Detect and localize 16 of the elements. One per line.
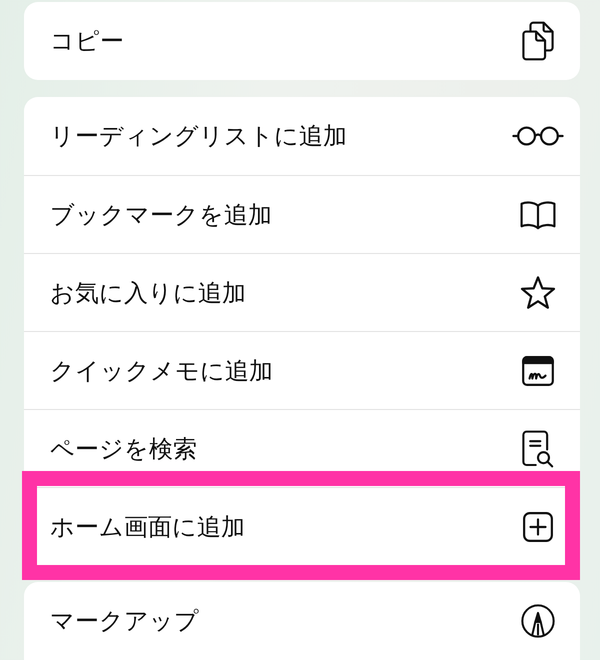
- book-icon: [520, 200, 556, 230]
- menu-item[interactable]: マークアップ: [24, 582, 580, 660]
- plus-square-icon: [523, 512, 553, 542]
- document-search-icon: [522, 430, 554, 468]
- menu-item[interactable]: ホーム画面に追加: [24, 488, 580, 565]
- menu-item[interactable]: ブックマークを追加: [24, 176, 580, 253]
- note-icon: [522, 356, 554, 386]
- glasses-icon: [512, 126, 564, 146]
- menu-item[interactable]: リーディングリストに追加: [24, 97, 580, 175]
- menu-item[interactable]: お気に入りに追加: [24, 254, 580, 331]
- star-icon: [520, 276, 556, 309]
- pen-circle-icon: [521, 604, 555, 638]
- menu-item[interactable]: ページを検索: [24, 410, 580, 487]
- menu-item[interactable]: コピー: [24, 2, 580, 80]
- menu-item[interactable]: クイックメモに追加: [24, 332, 580, 409]
- copy-icon: [522, 21, 554, 61]
